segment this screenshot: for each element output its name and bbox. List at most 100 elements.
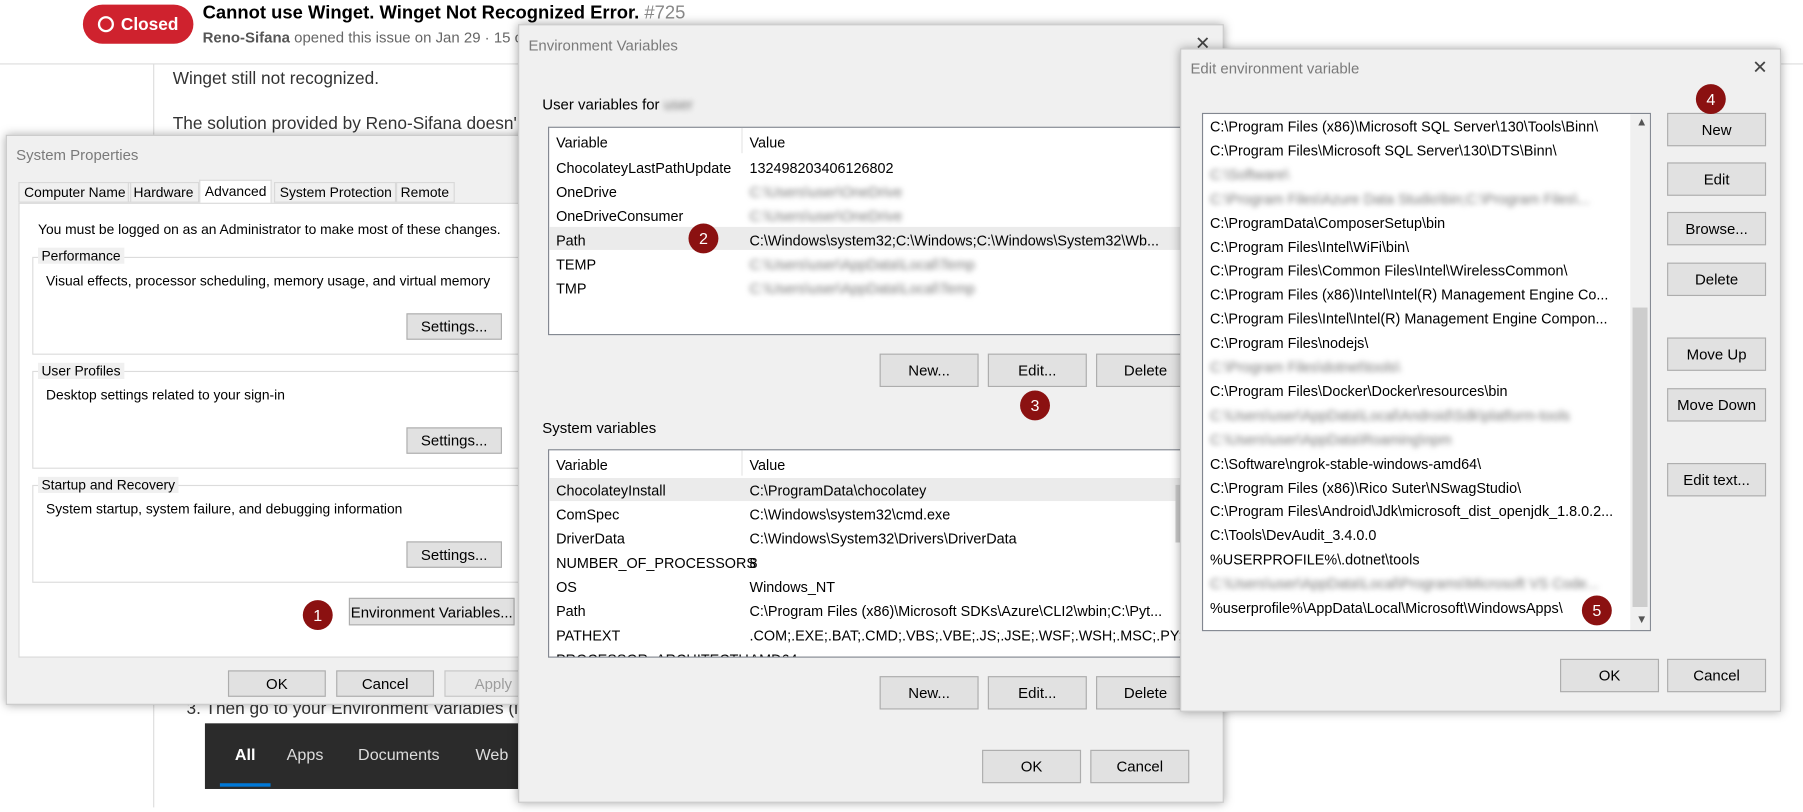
sys-var-variable-cell[interactable]: DriverData [556, 531, 625, 547]
sys-var-value-cell[interactable]: .COM;.EXE;.BAT;.CMD;.VBS;.VBE;.JS;.JSE;.… [749, 628, 1191, 644]
comment-line: The solution provided by Reno-Sifana doe… [172, 114, 517, 134]
chevron-up-icon[interactable]: ▲ [1636, 116, 1647, 129]
user-var-value-cell[interactable]: C:\Users\user\OneDrive [749, 208, 902, 224]
user-profiles-settings-button[interactable]: Settings... [406, 427, 502, 454]
sys-var-variable-cell[interactable]: Path [556, 604, 586, 620]
path-entry[interactable]: %userprofile%\AppData\Local\Microsoft\Wi… [1210, 600, 1563, 616]
path-entries-list[interactable]: C:\Program Files (x86)\Microsoft SQL Ser… [1201, 112, 1651, 632]
path-entry[interactable]: C:\Program Files\Docker\Docker\resources… [1210, 383, 1508, 399]
cancel-button[interactable]: Cancel [1667, 658, 1767, 693]
window-title: Edit environment variable [1190, 59, 1360, 78]
path-entry[interactable]: C:\Program Files\Android\Jdk\microsoft_d… [1210, 504, 1613, 520]
path-entry[interactable]: C:\Software\ [1210, 167, 1289, 183]
column-header-variable[interactable]: Variable [556, 457, 608, 473]
user-var-value-cell[interactable]: 132498203406126802 [749, 160, 893, 176]
sys-var-variable-cell[interactable]: ChocolateyInstall [556, 483, 666, 499]
path-entry[interactable]: C:\Program Files\Azure Data Studio\bin;C… [1210, 191, 1590, 207]
move-up-button[interactable]: Move Up [1667, 337, 1767, 371]
edit-button[interactable]: Edit [1667, 162, 1767, 196]
path-entry[interactable]: C:\Program Files\dotnet\tools\ [1210, 359, 1400, 375]
sys-var-variable-cell[interactable]: PROCESSOR_ARCHITECTU [556, 652, 749, 657]
sys-var-value-cell[interactable]: C:\Windows\System32\Drivers\DriverData [749, 531, 1016, 547]
path-entry[interactable]: C:\Program Files\Intel\Intel(R) Manageme… [1210, 311, 1608, 327]
user-var-value-cell[interactable]: C:\Users\user\AppData\Local\Temp [749, 257, 975, 273]
performance-settings-button[interactable]: Settings... [406, 313, 502, 340]
ok-button[interactable]: OK [1560, 658, 1660, 693]
environment-variables-button[interactable]: Environment Variables... [348, 597, 515, 626]
user-var-variable-cell[interactable]: OneDrive [556, 184, 617, 200]
sys-var-variable-cell[interactable]: OS [556, 579, 577, 595]
delete-button[interactable]: Delete [1667, 262, 1767, 297]
close-icon[interactable]: ✕ [1752, 56, 1767, 79]
path-entry[interactable]: C:\Users\user\AppData\Roaming\npm [1210, 432, 1452, 448]
user-var-variable-cell[interactable]: TEMP [556, 257, 596, 273]
column-header-variable[interactable]: Variable [556, 135, 608, 151]
path-entry[interactable]: %USERPROFILE%\.dotnet\tools [1210, 552, 1420, 568]
ok-button[interactable]: OK [982, 749, 1082, 784]
tab-advanced[interactable]: Advanced [199, 179, 273, 204]
user-var-value-cell[interactable]: C:\Windows\system32;C:\Windows;C:\Window… [749, 233, 1158, 249]
callout-badge-3: 3 [1020, 390, 1050, 421]
system-variables-label: System variables [542, 419, 657, 437]
user-var-value-cell[interactable]: C:\Users\user\OneDrive [749, 184, 902, 200]
chevron-down-icon[interactable]: ▼ [1636, 614, 1647, 627]
path-entry[interactable]: C:\Program Files\nodejs\ [1210, 335, 1368, 351]
edit-text-button[interactable]: Edit text... [1667, 463, 1767, 497]
path-entry[interactable]: C:\Tools\DevAudit_3.4.0.0 [1210, 528, 1376, 544]
search-tab-all: All [234, 745, 256, 764]
tab-system-protection[interactable]: System Protection [274, 181, 398, 203]
sys-var-value-cell[interactable]: C:\ProgramData\chocolatey [749, 483, 926, 499]
tab-hardware[interactable]: Hardware [127, 181, 200, 203]
sys-var-value-cell[interactable]: AMD64 [749, 652, 797, 657]
column-header-value[interactable]: Value [749, 135, 785, 151]
issue-title: Cannot use Winget. Winget Not Recognized… [202, 3, 686, 24]
move-down-button[interactable]: Move Down [1667, 388, 1767, 422]
edit-environment-variable-window: Edit environment variable ✕ C:\Program F… [1180, 48, 1782, 712]
path-entry[interactable]: C:\Software\ngrok-stable-windows-amd64\ [1210, 456, 1481, 472]
user-edit-button[interactable]: Edit... [987, 353, 1087, 388]
system-edit-button[interactable]: Edit... [987, 676, 1087, 710]
sys-var-variable-cell[interactable]: ComSpec [556, 507, 619, 523]
path-entry[interactable]: C:\Program Files\Common Files\Intel\Wire… [1210, 263, 1567, 279]
user-variables-table[interactable]: Variable Value ChocolateyLastPathUpdate 1… [548, 126, 1193, 336]
path-entry[interactable]: C:\Program Files\Intel\WiFi\bin\ [1210, 239, 1409, 255]
user-var-variable-cell[interactable]: Path [556, 233, 586, 249]
search-tab-underline [219, 783, 271, 787]
scrollbar-thumb[interactable] [1632, 307, 1648, 607]
sys-var-variable-cell[interactable]: PATHEXT [556, 628, 620, 644]
startup-recovery-group [32, 484, 528, 583]
ok-button[interactable]: OK [227, 670, 326, 697]
sys-var-variable-cell[interactable]: NUMBER_OF_PROCESSORS [556, 555, 756, 571]
path-entry[interactable]: C:\Users\user\AppData\Local\Android\Sdk\… [1210, 408, 1570, 424]
tab-computer-name[interactable]: Computer Name [18, 181, 132, 203]
callout-badge-4: 4 [1695, 84, 1726, 115]
path-entry[interactable]: C:\Program Files\Microsoft SQL Server\13… [1210, 143, 1557, 159]
path-entry[interactable]: C:\ProgramData\ComposerSetup\bin [1210, 215, 1445, 231]
column-header-value[interactable]: Value [749, 457, 785, 473]
system-new-button[interactable]: New... [879, 676, 979, 710]
issue-author[interactable]: Reno-Sifana [203, 29, 290, 46]
user-var-variable-cell[interactable]: TMP [556, 281, 586, 297]
tab-remote[interactable]: Remote [394, 181, 455, 203]
path-entry[interactable]: C:\Program Files (x86)\Intel\Intel(R) Ma… [1210, 287, 1608, 303]
path-entry[interactable]: C:\Users\user\AppData\Local\Programs\Mic… [1210, 576, 1599, 592]
sys-var-value-cell[interactable]: C:\Windows\system32\cmd.exe [749, 507, 950, 523]
sys-var-value-cell[interactable]: C:\Program Files (x86)\Microsoft SDKs\Az… [749, 604, 1162, 620]
sys-var-value-cell[interactable]: Windows_NT [749, 579, 835, 595]
browse-button[interactable]: Browse... [1667, 211, 1767, 246]
user-var-variable-cell[interactable]: OneDriveConsumer [556, 208, 683, 224]
cancel-button[interactable]: Cancel [336, 670, 435, 697]
cancel-button[interactable]: Cancel [1090, 749, 1190, 784]
sys-var-value-cell[interactable]: 8 [749, 555, 757, 571]
column-divider [741, 127, 743, 154]
user-var-variable-cell[interactable]: ChocolateyLastPathUpdate [556, 160, 731, 176]
path-entry[interactable]: C:\Program Files (x86)\Rico Suter\NSwagS… [1210, 480, 1521, 496]
user-new-button[interactable]: New... [879, 353, 979, 388]
startup-settings-button[interactable]: Settings... [406, 541, 502, 568]
system-variables-table[interactable]: Variable Value ChocolateyInstall C:\Progr… [548, 449, 1193, 658]
performance-label: Performance [37, 247, 124, 264]
path-entry[interactable]: C:\Program Files (x86)\Microsoft SQL Ser… [1210, 119, 1598, 135]
new-button[interactable]: New [1667, 112, 1767, 147]
window-title: Environment Variables [528, 36, 678, 55]
user-var-value-cell[interactable]: C:\Users\user\AppData\Local\Temp [749, 281, 975, 297]
